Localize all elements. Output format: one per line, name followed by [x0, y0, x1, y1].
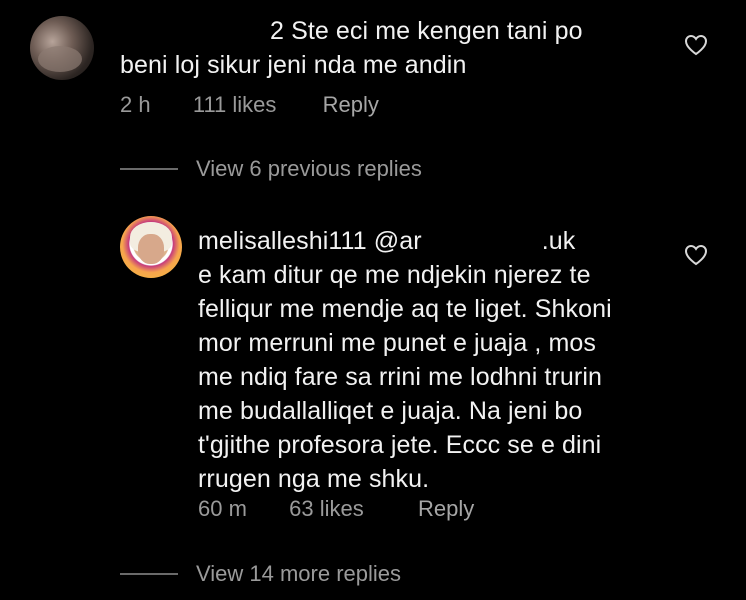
view-previous-replies-label: View 6 previous replies: [196, 156, 422, 181]
timestamp: 2 h: [120, 92, 151, 117]
likes-count[interactable]: 111 likes: [193, 92, 277, 118]
reply-button[interactable]: Reply: [323, 92, 379, 118]
reply-text-line: rrugen nga me shku.: [198, 465, 430, 493]
comment-meta: 2 h 111 likes Reply: [120, 92, 379, 118]
reply-text-line: felliqur me mendje aq te liget. Shkoni: [198, 295, 612, 323]
divider-line: [120, 168, 178, 170]
avatar-face: [138, 234, 164, 264]
view-previous-replies[interactable]: View 6 previous replies: [120, 156, 422, 182]
reply-text-line: e kam ditur qe me ndjekin njerez te: [198, 261, 591, 289]
heart-outline-icon[interactable]: [684, 34, 708, 56]
comment-text-line-2: beni loj sikur jeni nda me andin: [120, 51, 467, 79]
likes-count[interactable]: 63 likes: [289, 496, 364, 522]
mention[interactable]: @ar .uk: [374, 227, 576, 256]
heart-outline-icon[interactable]: [684, 244, 708, 266]
username-redacted[interactable]: 2: [120, 17, 284, 46]
avatar-photo: [38, 46, 82, 72]
reply-text-line: t'gjithe profesora jete. Eccc se e dini: [198, 431, 602, 459]
view-more-replies[interactable]: View 14 more replies: [120, 561, 401, 587]
timestamp: 60 m: [198, 496, 247, 521]
reply-text-line: me ndiq fare sa rrini me lodhni trurin: [198, 363, 602, 391]
comment-text: 2 Ste eci me kengen tani po beni loj sik…: [120, 14, 680, 82]
comment-meta: 60 m 63 likes Reply: [198, 496, 474, 522]
username[interactable]: melisalleshi111: [198, 227, 367, 255]
reply-button[interactable]: Reply: [418, 496, 474, 522]
divider-line: [120, 573, 178, 575]
commenter-avatar[interactable]: [30, 16, 94, 80]
reply-text: melisalleshi111 @ar .uk e kam ditur qe me…: [198, 224, 678, 496]
reply-text-line: me budallalliqet e juaja. Na jeni bo: [198, 397, 583, 425]
reply-text-line: mor merruni me punet e juaja , mos: [198, 329, 597, 357]
commenter-avatar[interactable]: [120, 216, 182, 278]
view-more-replies-label: View 14 more replies: [196, 561, 402, 586]
comment-text-line-1: Ste eci me kengen tani po: [291, 17, 583, 45]
